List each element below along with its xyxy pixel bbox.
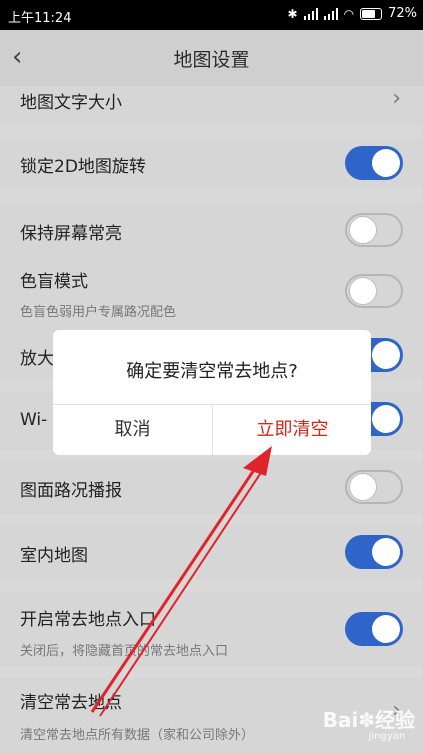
toggle-knob — [372, 149, 400, 177]
setting-label: 清空常去地点 — [20, 693, 122, 713]
setting-label: 放大 — [20, 349, 54, 369]
setting-label: 保持屏幕常亮 — [20, 224, 122, 244]
toggle-knob — [372, 615, 400, 643]
battery-level: 72% — [388, 6, 417, 21]
watermark-brand: Bai — [322, 708, 359, 732]
paw-icon: ✽ — [358, 708, 375, 732]
watermark-logo: Bai✽经验 jingyan — [323, 704, 415, 742]
toggle-switch[interactable] — [345, 213, 403, 247]
toggle-switch[interactable] — [345, 612, 403, 646]
bluetooth-icon: ✱ — [287, 6, 298, 21]
wifi-icon: ◠ — [343, 6, 355, 21]
watermark-suffix: 经验 — [375, 708, 415, 732]
setting-row-text-size[interactable]: 地图文字大小 › — [0, 86, 423, 126]
status-icons: ✱ ◠ 72% — [288, 6, 417, 21]
setting-label: 锁定2D地图旋转 — [20, 157, 146, 177]
setting-label: 色盲模式 — [20, 272, 88, 292]
toggle-switch[interactable] — [345, 470, 403, 504]
toggle-knob — [372, 405, 400, 433]
setting-row-lock-2d-rotation: 锁定2D地图旋转 — [0, 138, 423, 188]
setting-description: 清空常去地点所有数据（家和公司除外） — [20, 728, 255, 743]
setting-row-colorblind-mode: 色盲模式 色盲色弱用户专属路况配色 — [0, 259, 423, 325]
battery-icon — [360, 7, 383, 20]
setting-label: 开启常去地点入口 — [20, 610, 156, 630]
toggle-switch[interactable] — [345, 146, 403, 180]
setting-label: 室内地图 — [20, 546, 88, 566]
confirm-clear-button[interactable]: 立即清空 — [213, 405, 372, 455]
setting-description: 关闭后，将隐藏首页的常去地点入口 — [20, 644, 229, 659]
cancel-button[interactable]: 取消 — [53, 405, 212, 455]
chevron-right-icon: › — [392, 86, 401, 111]
page-title: 地图设置 — [173, 49, 250, 71]
setting-label: 地图文字大小 — [20, 93, 122, 113]
status-bar: 上午11:24 ✱ ◠ 72% — [0, 0, 423, 30]
signal-icon — [303, 7, 318, 20]
setting-label: Wi- — [20, 410, 48, 430]
signal-icon-2 — [323, 7, 338, 20]
toggle-knob — [349, 277, 377, 305]
watermark-sub: jingyan — [368, 731, 406, 742]
toggle-knob — [372, 538, 400, 566]
toggle-knob — [349, 216, 377, 244]
toggle-switch[interactable] — [345, 535, 403, 569]
toggle-knob — [372, 341, 400, 369]
setting-description: 色盲色弱用户专属路况配色 — [20, 305, 177, 320]
app-bar: ‹ 地图设置 — [0, 30, 423, 86]
dialog-message: 确定要清空常去地点? — [126, 361, 298, 382]
setting-row-indoor-map: 室内地图 — [0, 525, 423, 579]
setting-row-keep-screen-on: 保持屏幕常亮 — [0, 202, 423, 258]
setting-row-map-traffic-broadcast: 图面路况播报 — [0, 460, 423, 514]
setting-label: 图面路况播报 — [20, 481, 122, 501]
toggle-knob — [349, 473, 377, 501]
setting-row-frequent-places-entry: 开启常去地点入口 关闭后，将隐藏首页的常去地点入口 — [0, 592, 423, 666]
confirm-dialog: 确定要清空常去地点? 取消 立即清空 — [53, 330, 371, 455]
status-time: 上午11:24 — [8, 11, 72, 26]
toggle-switch[interactable] — [345, 274, 403, 308]
